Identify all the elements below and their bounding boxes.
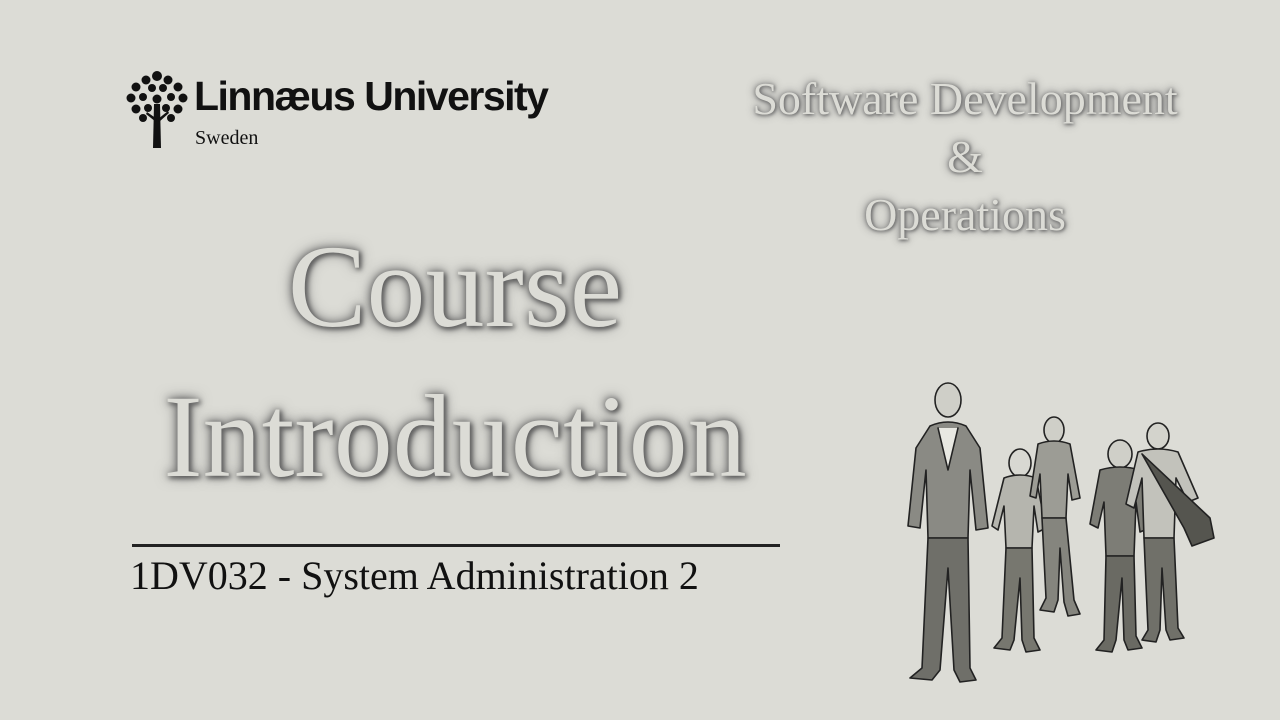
course-code-title: 1DV032 - System Administration 2 xyxy=(130,553,699,598)
title-line-2: Introduction xyxy=(163,371,747,502)
divider-line xyxy=(132,544,780,547)
university-country: Sweden xyxy=(195,127,259,149)
program-line-1: Software Development xyxy=(752,73,1178,124)
university-logo: Linnæus University Sweden xyxy=(126,70,606,152)
tree-logo-icon xyxy=(126,71,188,148)
program-line-2: & xyxy=(947,131,983,182)
slide-title: Course Introduction xyxy=(100,212,810,512)
title-line-1: Course xyxy=(287,221,623,352)
students-walking-sketch-icon xyxy=(907,382,1215,683)
university-name: Linnæus University xyxy=(194,73,549,119)
